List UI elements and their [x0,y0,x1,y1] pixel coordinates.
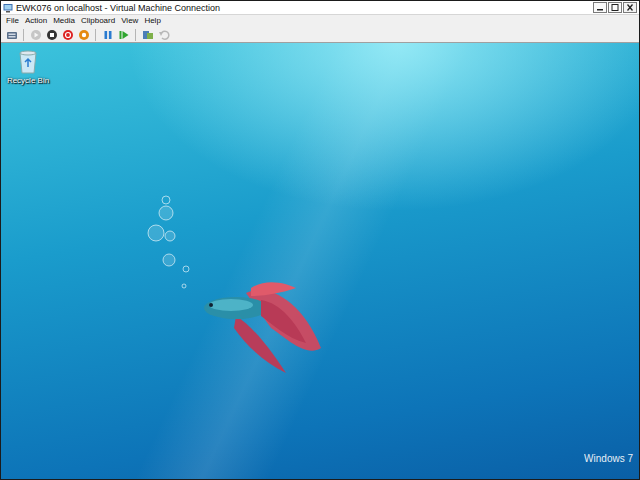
menu-item[interactable]: Clipboard [78,15,118,27]
save-button[interactable] [77,28,90,41]
title-bar: EWK076 on localhost - Virtual Machine Co… [1,1,639,15]
menu-item[interactable]: File [3,15,22,27]
toolbar-separator [23,29,24,41]
desktop-icon[interactable]: Recycle Bin [5,47,51,87]
os-watermark: Windows 7 [584,453,633,465]
betta-fish-icon [136,188,336,378]
snapshot-icon [142,29,154,41]
turn-off-button[interactable] [45,28,58,41]
close-button[interactable] [623,2,637,13]
menu-item[interactable]: Media [50,15,78,27]
pause-button[interactable] [101,28,114,41]
reset-icon [118,29,130,41]
maximize-button[interactable] [608,2,622,13]
turn-off-icon [46,29,58,41]
start-icon [30,29,42,41]
vm-connection-icon [3,3,13,13]
menu-item[interactable]: View [118,15,141,27]
toolbar [1,27,639,43]
recycle-bin-icon [16,48,40,74]
ctrl-alt-del-button[interactable] [5,28,18,41]
window-title: EWK076 on localhost - Virtual Machine Co… [16,2,590,14]
shut-down-icon [62,29,74,41]
vm-screen[interactable]: Recycle Bin Windows 7 [1,43,639,479]
menu-item[interactable]: Help [141,15,163,27]
menu-item[interactable]: Action [22,15,50,27]
menu-bar: FileActionMediaClipboardViewHelp [1,15,639,27]
start-button[interactable] [29,28,42,41]
reset-button[interactable] [117,28,130,41]
minimize-icon [596,4,604,11]
save-icon [78,29,90,41]
close-icon [626,4,634,11]
revert-icon [158,29,170,41]
ctrl-alt-del-icon [6,29,18,41]
snapshot-button[interactable] [141,28,154,41]
desktop-icon-label: Recycle Bin [7,76,49,86]
revert-button[interactable] [157,28,170,41]
window-controls [593,2,637,13]
pause-icon [102,29,114,41]
minimize-button[interactable] [593,2,607,13]
toolbar-separator [135,29,136,41]
toolbar-separator [95,29,96,41]
shut-down-button[interactable] [61,28,74,41]
vm-connection-window: EWK076 on localhost - Virtual Machine Co… [0,0,640,480]
maximize-icon [611,4,619,11]
